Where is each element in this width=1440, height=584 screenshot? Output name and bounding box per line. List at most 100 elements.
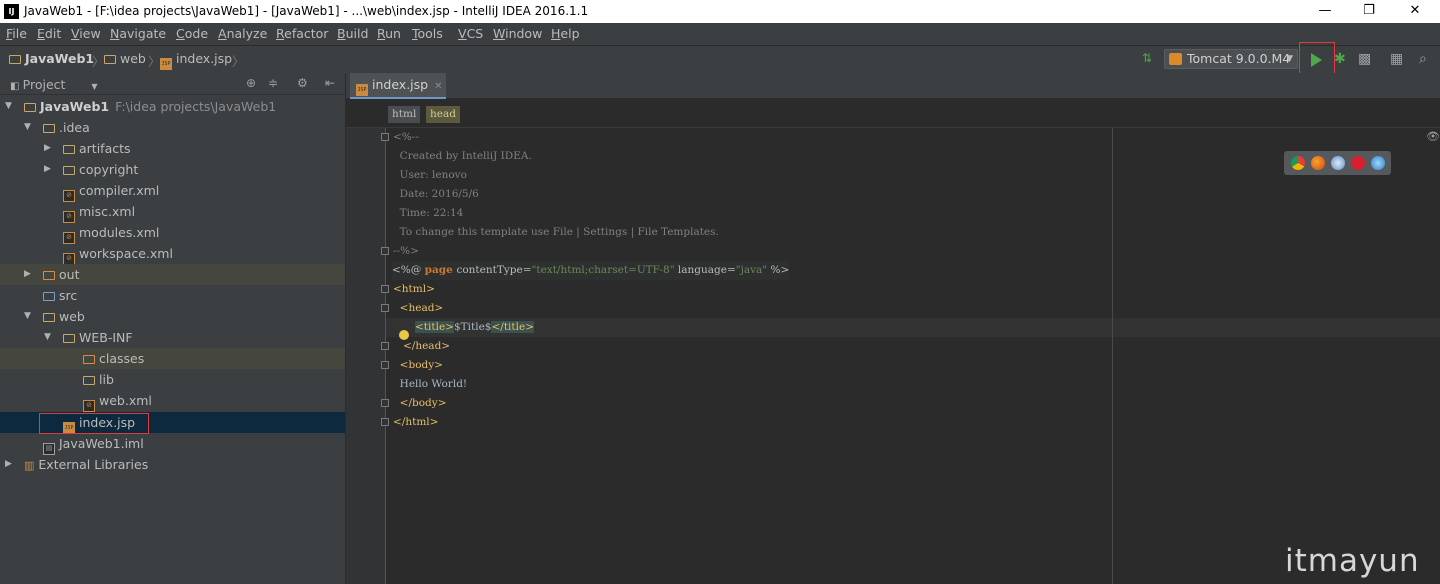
- close-button[interactable]: ✕: [1392, 0, 1438, 23]
- fold-marker-icon[interactable]: [381, 399, 389, 407]
- project-structure-icon[interactable]: ▦: [1390, 51, 1403, 67]
- project-folder-icon: [9, 55, 21, 64]
- folder-icon: [63, 145, 75, 154]
- collapse-icon[interactable]: ≑: [268, 76, 278, 90]
- menu-code[interactable]: Code: [176, 26, 208, 41]
- tree-item-project-root[interactable]: ▼ JavaWeb1 F:\idea projects\JavaWeb1: [0, 96, 345, 117]
- fold-marker-icon[interactable]: [381, 133, 389, 141]
- chrome-icon[interactable]: [1291, 156, 1305, 170]
- debug-icon[interactable]: ✱: [1334, 51, 1346, 67]
- safari-icon[interactable]: [1331, 156, 1345, 170]
- collapse-arrow-icon[interactable]: ▶: [44, 159, 51, 180]
- breadcrumb-web[interactable]: web: [104, 51, 146, 66]
- menu-window[interactable]: Window: [493, 26, 542, 41]
- code-line[interactable]: Date: 2016/5/6: [393, 185, 479, 204]
- tree-item-copyright[interactable]: ▶ copyright: [0, 159, 345, 180]
- editor-gutter[interactable]: [346, 128, 386, 584]
- code-line-title[interactable]: <title>$Title$</title>: [415, 318, 534, 337]
- tree-item-idea[interactable]: ▼ .idea: [0, 117, 345, 138]
- fold-marker-icon[interactable]: [381, 285, 389, 293]
- code-line-page-directive[interactable]: <%@ page contentType="text/html;charset=…: [392, 261, 790, 280]
- restore-button[interactable]: ❐: [1346, 0, 1392, 23]
- expand-arrow-icon[interactable]: ▼: [44, 327, 51, 348]
- tree-item-iml[interactable]: ▤ JavaWeb1.iml: [0, 433, 345, 455]
- internet-explorer-icon[interactable]: [1371, 156, 1385, 170]
- tree-item-lib[interactable]: lib: [0, 369, 345, 390]
- right-margin-line: [1112, 128, 1113, 584]
- expand-arrow-icon[interactable]: ▼: [24, 306, 31, 327]
- hide-panel-icon[interactable]: ⇤: [325, 76, 335, 90]
- browser-preview-bar: [1284, 151, 1391, 175]
- code-line[interactable]: --%>: [393, 242, 419, 261]
- close-tab-icon[interactable]: ✕: [434, 81, 442, 92]
- tag-breadcrumb-bar: html head: [346, 99, 1440, 128]
- menu-run[interactable]: Run: [377, 26, 401, 41]
- expand-arrow-icon[interactable]: ▼: [5, 96, 12, 117]
- opera-icon[interactable]: [1351, 156, 1365, 170]
- caret-line: [386, 318, 1440, 337]
- sort-icon[interactable]: ⇅: [1142, 51, 1152, 65]
- firefox-icon[interactable]: [1311, 156, 1325, 170]
- menu-view[interactable]: View: [71, 26, 101, 41]
- code-line[interactable]: Created by IntelliJ IDEA.: [393, 147, 532, 166]
- collapse-arrow-icon[interactable]: ▶: [44, 138, 51, 159]
- coverage-icon[interactable]: ▩: [1358, 51, 1371, 67]
- code-line[interactable]: </body>: [393, 394, 447, 413]
- fold-marker-icon[interactable]: [381, 304, 389, 312]
- excluded-folder-icon: [83, 355, 95, 364]
- fold-marker-icon[interactable]: [381, 418, 389, 426]
- minimize-button[interactable]: —: [1302, 0, 1348, 23]
- tree-item-web-inf[interactable]: ▼ WEB-INF: [0, 327, 345, 348]
- menu-file[interactable]: File: [6, 26, 27, 41]
- project-view-selector[interactable]: ◧ Project ▼: [10, 77, 98, 92]
- jsp-file-icon: JSP: [356, 84, 368, 96]
- menu-build[interactable]: Build: [337, 26, 368, 41]
- tree-item-web-xml[interactable]: ⊘ web.xml: [0, 390, 345, 412]
- tab-index-jsp[interactable]: JSP index.jsp ✕: [350, 73, 446, 99]
- folder-icon: [43, 124, 55, 133]
- menu-refactor[interactable]: Refactor: [276, 26, 328, 41]
- code-line[interactable]: Time: 22:14: [393, 204, 464, 223]
- tree-item-artifacts[interactable]: ▶ artifacts: [0, 138, 345, 159]
- menu-help[interactable]: Help: [551, 26, 580, 41]
- menu-edit[interactable]: Edit: [37, 26, 61, 41]
- collapse-arrow-icon[interactable]: ▶: [24, 264, 31, 285]
- code-line[interactable]: <%--: [393, 128, 419, 147]
- code-line[interactable]: User: lenovo: [393, 166, 467, 185]
- breadcrumb-project[interactable]: JavaWeb1: [9, 51, 94, 66]
- expand-arrow-icon[interactable]: ▼: [24, 117, 31, 138]
- tree-item-compiler-xml[interactable]: ⊘ compiler.xml: [0, 180, 345, 202]
- tree-item-workspace-xml[interactable]: ⊘ workspace.xml: [0, 243, 345, 265]
- tree-item-web[interactable]: ▼ web: [0, 306, 345, 327]
- fold-marker-icon[interactable]: [381, 361, 389, 369]
- menu-tools[interactable]: Tools: [412, 26, 443, 41]
- search-icon[interactable]: ⌕: [1419, 51, 1427, 67]
- tree-item-out[interactable]: ▶ out: [0, 264, 345, 285]
- code-line[interactable]: <html>: [393, 280, 435, 299]
- code-line[interactable]: To change this template use File | Setti…: [393, 223, 719, 242]
- folder-icon: [83, 376, 95, 385]
- code-line[interactable]: </head>: [403, 337, 450, 356]
- code-line[interactable]: <body>: [393, 356, 443, 375]
- menu-analyze[interactable]: Analyze: [218, 26, 267, 41]
- tree-item-classes[interactable]: classes: [0, 348, 345, 369]
- tree-item-src[interactable]: src: [0, 285, 345, 306]
- tree-item-modules-xml[interactable]: ⊘ modules.xml: [0, 222, 345, 244]
- breadcrumb-file[interactable]: JSP index.jsp: [160, 51, 232, 70]
- collapse-arrow-icon[interactable]: ▶: [5, 454, 12, 475]
- tree-item-misc-xml[interactable]: ⊘ misc.xml: [0, 201, 345, 223]
- tag-crumb-head[interactable]: head: [426, 106, 460, 123]
- menu-vcs[interactable]: VCS: [458, 26, 483, 41]
- tree-item-external-libraries[interactable]: ▶ ▥ External Libraries: [0, 454, 345, 475]
- eye-icon[interactable]: 👁: [1426, 130, 1440, 143]
- code-line[interactable]: Hello World!: [393, 375, 467, 394]
- menu-navigate[interactable]: Navigate: [110, 26, 166, 41]
- run-configuration-select[interactable]: Tomcat 9.0.0.M4 ▼: [1164, 49, 1298, 69]
- code-line[interactable]: <head>: [393, 299, 444, 318]
- locate-icon[interactable]: ⊕: [246, 76, 256, 90]
- tag-crumb-html[interactable]: html: [388, 106, 421, 123]
- fold-marker-icon[interactable]: [381, 247, 389, 255]
- fold-marker-icon[interactable]: [381, 342, 389, 350]
- gear-icon[interactable]: ⚙: [297, 76, 308, 90]
- code-line[interactable]: </html>: [393, 413, 438, 432]
